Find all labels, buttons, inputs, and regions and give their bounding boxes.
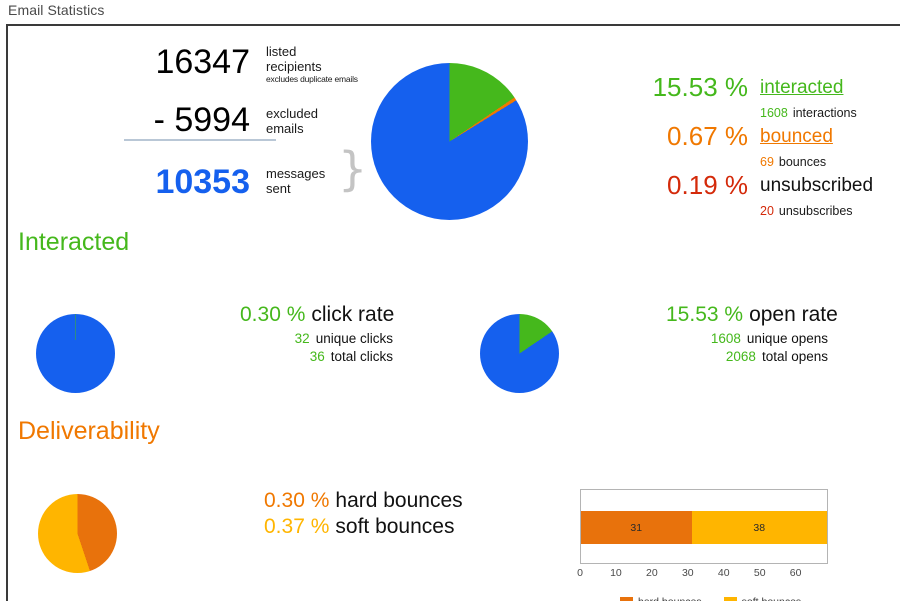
soft-bounce-label: soft bounces [335,515,455,538]
x-axis-tick: 0 [577,567,583,579]
legend-swatch-hard-bounces [620,596,633,601]
bar-segment-soft-bounces[interactable]: 38 [691,511,827,544]
excluded-emails-label-line2: emails [266,121,304,136]
unique-clicks-label: unique clicks [315,331,393,346]
unsubscribed-percent: 0.19 % [667,170,748,200]
interactions-count-label: interactions [792,106,857,120]
bar-label-soft-bounces: 38 [753,521,766,534]
total-opens-value: 2068 [725,349,756,364]
click-rate-main: 0.30 % click rate [240,302,394,327]
bar-chart-x-axis: 0 10 20 30 40 50 60 [577,567,828,585]
page-title: Email Statistics [8,2,105,18]
interacted-percent: 15.53 % [652,72,748,102]
open-rate-pie-chart [480,314,559,393]
messages-sent-label: messages sent [266,166,386,196]
interacted-section-heading: Interacted [18,228,130,256]
unique-opens-row: 1608 unique opens [666,330,828,348]
listed-recipients-value: 16347 [155,43,250,81]
unsubscribes-count: 20 [760,204,774,218]
deliverability-pie-chart [38,494,117,573]
statistics-panel: 16347 listed recipients excludes duplica… [6,24,900,601]
bounced-percent: 0.67 % [667,121,748,151]
soft-bounce-rate-line: 0.37 % soft bounces [264,514,454,540]
hard-bounce-label: hard bounces [335,489,463,512]
click-rate-label: click rate [311,303,395,326]
excluded-emails-label-line1: excluded [266,106,319,121]
listed-recipients-note: excludes duplicate emails [266,74,358,84]
unsubscribes-count-label: unsubscribes [778,204,853,218]
bounced-link[interactable]: bounced [760,122,833,152]
overview-pie-chart [371,63,528,220]
soft-bounce-percent: 0.37 % [264,515,330,538]
listed-recipients-label-line2: recipients [266,59,322,74]
total-opens-label: total opens [761,349,828,364]
hard-bounce-rate-line: 0.30 % hard bounces [264,488,463,514]
unique-opens-value: 1608 [710,331,741,346]
unique-opens-label: unique opens [746,331,828,346]
hard-bounce-percent: 0.30 % [264,489,330,512]
open-rate-percent: 15.53 % [666,303,744,326]
summary-row-sent: 10353 messages sent [88,162,378,208]
email-statistics-screen: Email Statistics 16347 listed recipients… [0,0,900,601]
open-rate-main: 15.53 % open rate [666,302,838,327]
x-axis-tick: 30 [681,567,694,579]
click-rate-percent: 0.30 % [240,303,306,326]
legend-swatch-soft-bounces [723,596,737,601]
total-clicks-row: 36 total clicks [240,348,393,366]
legend-label-soft-bounces: soft bounces [742,596,802,601]
summary-brace: } [338,142,368,196]
unique-clicks-row: 32 unique clicks [240,330,393,348]
unique-clicks-value: 32 [294,331,310,346]
total-opens-row: 2068 total opens [666,348,828,366]
messages-sent-label-line1: messages [266,166,326,181]
x-axis-tick: 50 [753,567,766,579]
x-axis-tick: 10 [610,567,622,579]
sum-divider-rule [124,139,276,141]
messages-sent-label-line2: sent [266,181,291,196]
summary-row-listed: 16347 listed recipients excludes duplica… [88,42,378,88]
bar-plot-area: 31 38 [580,489,828,564]
bar-label-hard-bounces: 31 [630,521,643,534]
kpi-stack: 15.53 % interacted 1608 interactions 0.67… [608,64,900,224]
unsubscribed-label: unsubscribed [760,175,874,196]
legend-item-soft-bounces: soft bounces [723,596,802,601]
messages-sent-value: 10353 [155,163,250,201]
listed-recipients-label: listed recipients excludes duplicate ema… [266,44,386,85]
open-rate-label: open rate [749,303,838,326]
total-clicks-label: total clicks [330,349,393,364]
recipients-summary: 16347 listed recipients excludes duplica… [88,42,378,208]
unsubscribes-count-row: 20 unsubscribes [760,203,853,219]
bounces-count-label: bounces [778,155,827,169]
interacted-link[interactable]: interacted [760,73,843,103]
stacked-bar: 31 38 [581,511,827,544]
total-clicks-value: 36 [309,349,325,364]
listed-recipients-label-line1: listed [266,44,297,59]
excluded-emails-label: excluded emails [266,106,386,136]
click-rate-pie-chart [36,314,115,393]
panel-content: 16347 listed recipients excludes duplica… [8,26,900,601]
bar-segment-hard-bounces[interactable]: 31 [581,511,692,544]
bounces-count: 69 [760,155,774,169]
legend-label-hard-bounces: hard bounces [638,596,702,601]
deliverability-section-heading: Deliverability [18,417,160,445]
bounces-count-row: 69 bounces [760,154,826,170]
interactions-count: 1608 [760,106,788,120]
excluded-emails-value: - 5994 [153,101,250,139]
interactions-count-row: 1608 interactions [760,105,857,121]
x-axis-tick: 40 [717,567,730,579]
legend-item-hard-bounces: hard bounces [620,596,702,601]
bar-chart-legend: hard bounces soft bounces [620,596,801,601]
x-axis-tick: 20 [646,567,658,579]
x-axis-tick: 60 [789,567,802,579]
bounces-bar-chart: 31 38 0 10 20 30 40 50 60 hard bounces [577,489,830,601]
